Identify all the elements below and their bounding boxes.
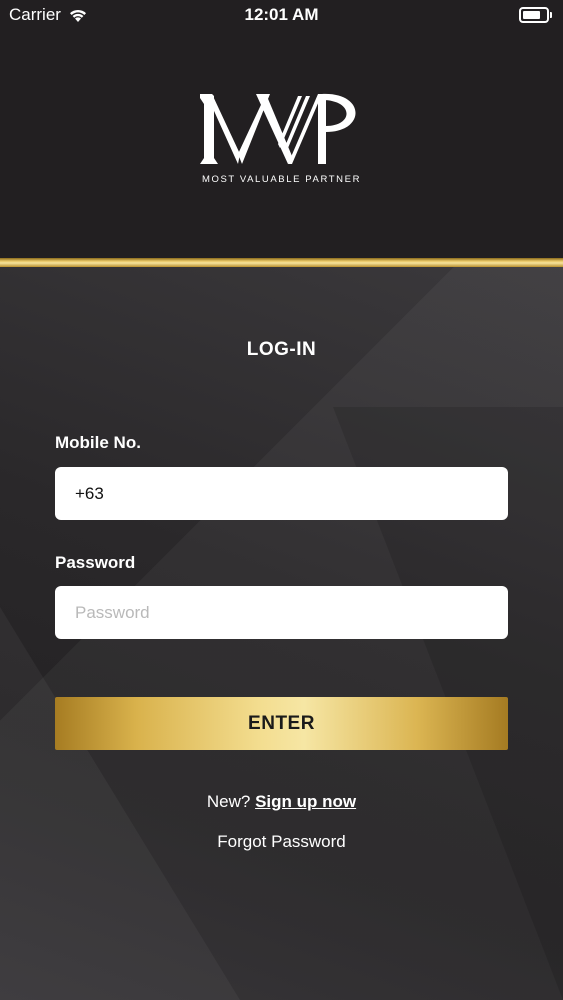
logo-tagline: MOST VALUABLE PARTNER	[201, 174, 362, 185]
mvp-logo	[200, 93, 356, 164]
password-input[interactable]	[55, 586, 508, 639]
header: MOST VALUABLE PARTNER	[0, 0, 563, 258]
mobile-input[interactable]	[55, 467, 508, 520]
status-bar: Carrier 12:01 AM	[0, 0, 563, 30]
password-label: Password	[55, 553, 136, 572]
gold-divider	[0, 258, 563, 267]
login-screen: MOST VALUABLE PARTNER Carrier 12:01 AM L…	[0, 0, 563, 1000]
battery-level	[523, 11, 540, 19]
status-time: 12:01 AM	[244, 5, 319, 24]
page-title: LOG-IN	[246, 339, 317, 360]
new-prefix: New?	[206, 792, 251, 811]
mobile-label: Mobile No.	[55, 433, 141, 452]
battery-icon	[519, 7, 552, 23]
enter-button[interactable]: ENTER	[55, 697, 508, 750]
forgot-password-link[interactable]: Forgot Password	[0, 832, 563, 852]
signup-link[interactable]: Sign up now	[255, 792, 356, 811]
signup-line: New? Sign up now	[0, 792, 563, 812]
